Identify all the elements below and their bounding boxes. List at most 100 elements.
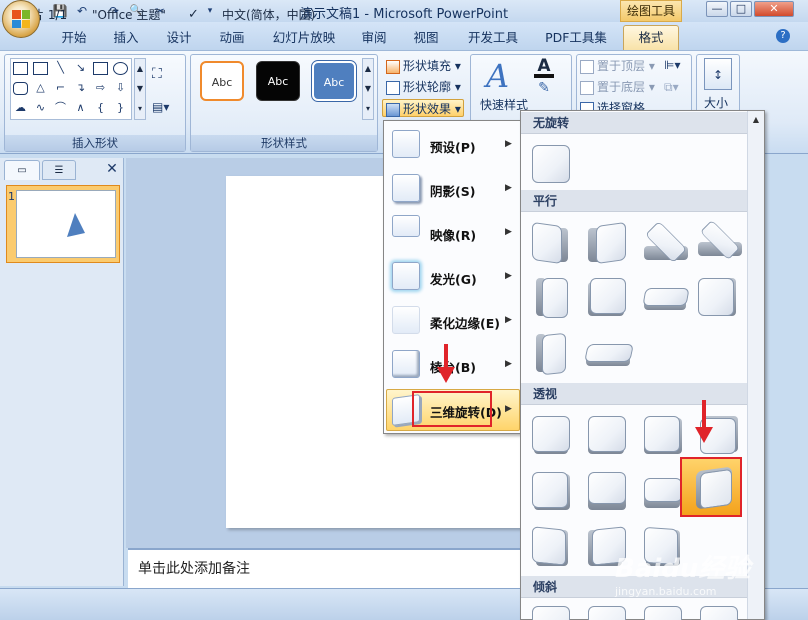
status-language: 中文(简体，中国): [222, 8, 316, 22]
rotation-parallel-tile[interactable]: [696, 219, 742, 262]
rectangle-shape-icon[interactable]: [93, 62, 108, 75]
shape-outline-icon: [386, 80, 400, 95]
tab-developer[interactable]: 开发工具: [460, 27, 526, 49]
shape-effects-button[interactable]: 形状效果 ▾: [382, 99, 464, 117]
undo-icon[interactable]: ↶: [74, 3, 90, 19]
rotation-perspective-tile[interactable]: [530, 526, 570, 566]
rotation-parallel-tile[interactable]: [584, 338, 634, 378]
tab-insert[interactable]: 插入: [104, 27, 148, 49]
menu-label-glow: 发光(G): [430, 272, 477, 287]
tab-format[interactable]: 格式: [623, 25, 679, 50]
rotation-parallel-tile[interactable]: [586, 221, 626, 265]
rotation-perspective-tile[interactable]: [530, 414, 570, 454]
rotation-parallel-tile[interactable]: [530, 276, 570, 318]
rotation-parallel-tile[interactable]: [586, 276, 626, 316]
minimize-button[interactable]: —: [706, 1, 728, 17]
rotation-parallel-tile[interactable]: [642, 220, 688, 264]
rotation-perspective-tile[interactable]: [586, 470, 626, 510]
annotation-highlight-box: [412, 391, 492, 427]
rounded-rectangle-shape-icon[interactable]: [13, 82, 28, 95]
oval-shape-icon[interactable]: [113, 62, 128, 75]
customize-qat-icon[interactable]: ▾: [204, 3, 216, 19]
annotation-arrow-shaft: [702, 400, 706, 428]
tab-slideshow[interactable]: 幻灯片放映: [264, 27, 344, 49]
office-logo-icon: [12, 10, 30, 28]
freeform-shape-icon[interactable]: ∧: [73, 101, 88, 114]
rotation-perspective-tile[interactable]: [642, 470, 682, 510]
triangle-shape-icon[interactable]: △: [33, 81, 48, 94]
rotation-parallel-tile[interactable]: [642, 276, 690, 316]
tab-pdf-tools[interactable]: PDF工具集: [538, 27, 614, 49]
tab-animations[interactable]: 动画: [210, 27, 254, 49]
shapes-gallery-scroll[interactable]: ▲ ▼ ▾: [134, 58, 146, 120]
line-shape-icon[interactable]: ╲: [53, 61, 68, 74]
submenu-arrow-icon: ▶: [505, 227, 512, 237]
menu-label-reflection: 映像(R): [430, 228, 477, 243]
shape-style-black[interactable]: Abc: [256, 61, 300, 101]
menu-label-shadow: 阴影(S): [430, 184, 476, 199]
rotation-perspective-tile[interactable]: [586, 414, 626, 454]
rotation-oblique-tile[interactable]: [530, 604, 570, 620]
curve-shape-icon[interactable]: ∿: [33, 101, 48, 114]
help-icon[interactable]: ?: [776, 29, 790, 43]
shape-style-orange-outline[interactable]: Abc: [200, 61, 244, 101]
annotation-arrow-head: [437, 367, 455, 383]
arc-shape-icon[interactable]: ⌒: [53, 101, 68, 114]
spelling-check-icon[interactable]: ✓: [188, 5, 199, 25]
shape-fill-icon: [386, 59, 400, 74]
notes-pane[interactable]: 单击此处添加备注: [128, 548, 522, 588]
down-arrow-shape-icon[interactable]: ⇩: [113, 81, 128, 94]
preset-icon: [392, 130, 420, 158]
gallery-scrollbar[interactable]: ▲: [747, 111, 764, 619]
rotation-perspective-tile[interactable]: [642, 414, 682, 454]
text-outline-icon[interactable]: ✎: [534, 80, 554, 100]
rotation-parallel-tile[interactable]: [530, 221, 570, 265]
textbox-shape-icon[interactable]: [13, 62, 28, 75]
edit-shape-icon[interactable]: ⛶: [152, 66, 178, 86]
elbow-connector-shape-icon[interactable]: ⌐: [53, 81, 68, 94]
submenu-arrow-icon: ▶: [505, 404, 512, 414]
shapes-gallery[interactable]: ╲ ↘ △ ⌐ ↴ ⇨ ⇩ ☁ ∿ ⌒ ∧ { }: [10, 58, 132, 120]
baidu-watermark: Baidu经验 jingyan.baidu.com: [615, 554, 751, 598]
tab-design[interactable]: 设计: [157, 27, 201, 49]
shape-styles-label: 形状样式: [191, 135, 377, 151]
right-brace-shape-icon[interactable]: }: [113, 101, 128, 114]
shape-styles-scroll[interactable]: ▲ ▼ ▾: [362, 58, 374, 120]
office-button[interactable]: [2, 0, 40, 38]
close-pane-icon[interactable]: ✕: [104, 161, 120, 177]
vertical-textbox-shape-icon[interactable]: [33, 62, 48, 75]
tab-view[interactable]: 视图: [404, 27, 448, 49]
rotation-parallel-tile[interactable]: [530, 332, 570, 376]
rotation-perspective-tile[interactable]: [530, 470, 570, 510]
send-to-back-button[interactable]: 置于底层 ▾: [580, 78, 655, 96]
arrow-line-shape-icon[interactable]: ↘: [73, 61, 88, 74]
soft-edges-icon: [392, 306, 420, 334]
group-icon[interactable]: ⧉▾: [664, 80, 686, 98]
annotation-arrow-head: [695, 427, 713, 443]
slides-tab[interactable]: ▭: [4, 160, 40, 180]
rotation-perspective-tile-selected[interactable]: [680, 457, 742, 517]
text-fill-icon[interactable]: A: [534, 56, 554, 78]
tab-home[interactable]: 开始: [52, 27, 96, 49]
submenu-arrow-icon: ▶: [505, 271, 512, 281]
quick-styles-icon: A: [486, 57, 510, 95]
status-theme: "Office 主题": [92, 8, 166, 22]
left-brace-shape-icon[interactable]: {: [93, 101, 108, 114]
shape-style-blue[interactable]: Abc: [311, 60, 357, 102]
bring-to-front-button[interactable]: 置于顶层 ▾: [580, 57, 655, 75]
right-arrow-shape-icon[interactable]: ⇨: [93, 81, 108, 94]
shape-outline-button[interactable]: 形状轮廓 ▾: [386, 78, 461, 96]
shape-fill-button[interactable]: 形状填充 ▾: [386, 57, 461, 75]
rotation-parallel-tile[interactable]: [696, 276, 736, 316]
align-icon[interactable]: ⊫▾: [664, 58, 686, 76]
outline-tab[interactable]: ☰: [42, 160, 76, 180]
maximize-button[interactable]: □: [730, 1, 752, 17]
close-button[interactable]: ✕: [754, 1, 794, 17]
textbox-insert-icon[interactable]: ▤▾: [152, 100, 178, 118]
menu-label-soft-edges: 柔化边缘(E): [430, 316, 500, 331]
cloud-shape-icon[interactable]: ☁: [13, 101, 28, 114]
elbow-arrow-shape-icon[interactable]: ↴: [73, 81, 88, 94]
tab-review[interactable]: 审阅: [352, 27, 396, 49]
insert-shapes-label: 插入形状: [5, 135, 185, 151]
rotation-none-tile[interactable]: [530, 143, 570, 183]
